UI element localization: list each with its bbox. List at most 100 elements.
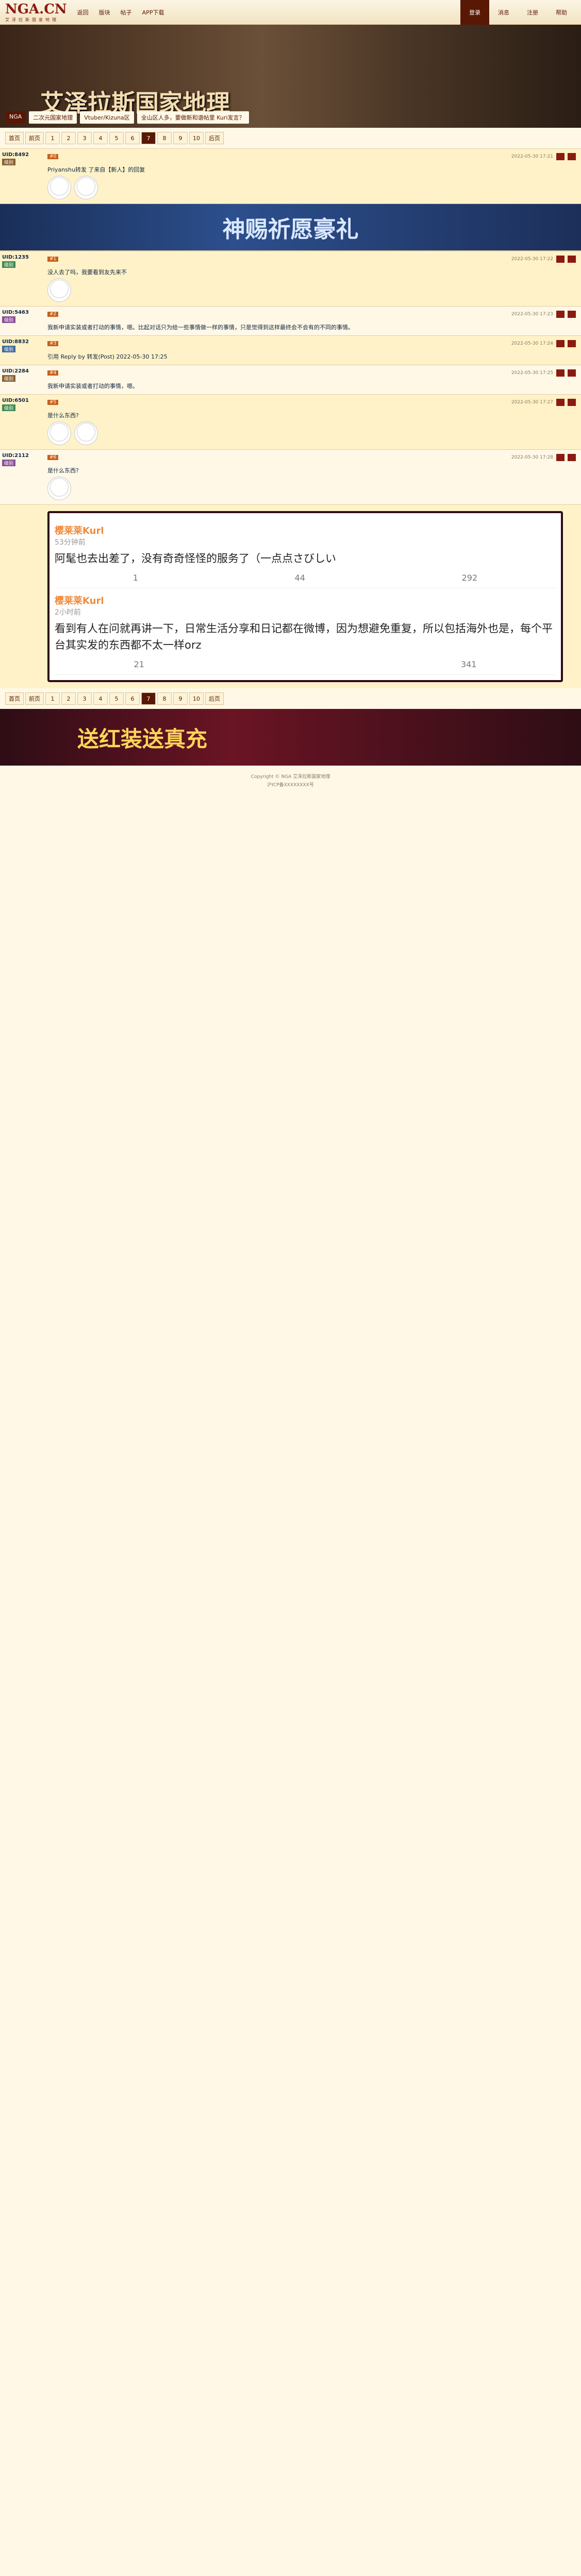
breadcrumb-item[interactable]: 全山区人多，要做新和谐帖里 Kuri发言？ (137, 111, 249, 124)
more-icon[interactable] (568, 369, 576, 377)
login-button[interactable]: 登录 (460, 0, 489, 25)
page-link[interactable]: 8 (157, 132, 172, 144)
floor-number: #2 (47, 312, 59, 317)
page-link[interactable]: 7 (141, 692, 156, 705)
page-link[interactable]: 4 (93, 132, 108, 144)
post: UID:1235 级别 #1 2022-05-30 17:22 没人去了吗，我要… (0, 251, 581, 306)
author-name[interactable]: UID:5463 (2, 310, 40, 315)
page-link[interactable]: 首页 (5, 132, 24, 144)
post-body: #2 2022-05-30 17:23 我新申请实装或者打动的事情，嗯。比起对话… (42, 307, 581, 335)
nav-thread[interactable]: 帖子 (121, 8, 132, 16)
page-link[interactable]: 首页 (5, 692, 24, 705)
reply-icon[interactable] (556, 153, 565, 160)
forum-banner: 艾泽拉斯国家地理 NGA 二次元国家地理 Vtuber/Kizuna区 全山区人… (0, 25, 581, 128)
page-link[interactable]: 后页 (205, 132, 224, 144)
site-logo[interactable]: NGA.CN 艾泽拉斯国家地理 (5, 2, 67, 23)
author-name[interactable]: UID:8832 (2, 339, 40, 345)
help-button[interactable]: 帮助 (547, 0, 576, 25)
author-name[interactable]: UID:2284 (2, 368, 40, 374)
nav-app[interactable]: APP下载 (142, 8, 164, 16)
post-author: UID:2284 级别 (0, 365, 42, 394)
reply-icon[interactable] (556, 311, 565, 318)
pager-bottom: 首页 前页 1 2 3 4 5 6 7 8 9 10 后页 (0, 688, 581, 709)
page-link[interactable]: 10 (189, 132, 204, 144)
page-link[interactable]: 3 (77, 692, 92, 705)
page-link[interactable]: 7 (141, 132, 156, 144)
post-time: 2022-05-30 17:27 (511, 400, 553, 405)
page-link[interactable]: 8 (157, 692, 172, 705)
nav-forum[interactable]: 版块 (99, 8, 110, 16)
post: UID:8832 级别 #3 2022-05-30 17:24 引用 Reply… (0, 335, 581, 365)
page-link[interactable]: 9 (173, 692, 188, 705)
advertisement-banner[interactable]: 神赐祈愿豪礼 (0, 204, 581, 251)
author-name[interactable]: UID:2112 (2, 453, 40, 459)
reply-icon[interactable] (556, 340, 565, 347)
sticker-icon (47, 421, 71, 445)
post-author: UID:8492 级别 (0, 149, 42, 204)
page-link[interactable]: 5 (109, 692, 124, 705)
post-list: UID:8492 级别 #0 2022-05-30 17:21 Priyansh… (0, 148, 581, 688)
page-link[interactable]: 3 (77, 132, 92, 144)
reply-icon[interactable] (556, 454, 565, 461)
post: UID:6501 级别 #5 2022-05-30 17:27 是什么东西? (0, 394, 581, 449)
floor-number: #4 (47, 370, 59, 376)
post-author: UID:2112 级别 (0, 450, 42, 504)
page-link[interactable]: 10 (189, 692, 204, 705)
weibo-card: 樱莱莱Kurl 53分钟前 阿髦也去出差了，没有奇奇怪怪的服务了（一点点さびしい… (55, 518, 556, 588)
more-icon[interactable] (568, 399, 576, 406)
post-author: UID:8832 级别 (0, 336, 42, 365)
weibo-screenshot: 樱莱莱Kurl 53分钟前 阿髦也去出差了，没有奇奇怪怪的服务了（一点点さびしい… (47, 511, 563, 682)
author-name[interactable]: UID:6501 (2, 398, 40, 403)
post-text: 我新申请实装或者打动的事情，嗯。比起对话只为给一些事情做一样的事情，只是觉得到这… (47, 324, 354, 331)
page-link[interactable]: 2 (61, 692, 76, 705)
post-time: 2022-05-30 17:23 (511, 312, 553, 317)
breadcrumb-item[interactable]: NGA (5, 111, 26, 124)
post-body: #0 2022-05-30 17:21 Priyanshu转发 了来自【新人】的… (42, 149, 581, 204)
author-name[interactable]: UID:8492 (2, 152, 40, 158)
register-button[interactable]: 注册 (518, 0, 547, 25)
reply-icon[interactable] (556, 256, 565, 263)
page-link[interactable]: 1 (45, 132, 60, 144)
more-icon[interactable] (568, 340, 576, 347)
post-author: UID:5463 级别 (0, 307, 42, 335)
more-icon[interactable] (568, 311, 576, 318)
post-time: 2022-05-30 17:24 (511, 341, 553, 346)
page-link[interactable]: 后页 (205, 692, 224, 705)
more-icon[interactable] (568, 153, 576, 160)
like-count[interactable]: 341 (461, 659, 477, 669)
floor-number: #1 (47, 257, 59, 262)
messages-button[interactable]: 消息 (489, 0, 518, 25)
page-link[interactable]: 前页 (25, 692, 44, 705)
page-link[interactable]: 6 (125, 692, 140, 705)
more-icon[interactable] (568, 454, 576, 461)
post: UID:5463 级别 #2 2022-05-30 17:23 我新申请实装或者… (0, 306, 581, 335)
repost-count[interactable]: 21 (134, 659, 144, 669)
page-link[interactable]: 5 (109, 132, 124, 144)
post-body: 樱莱莱Kurl 53分钟前 阿髦也去出差了，没有奇奇怪怪的服务了（一点点さびしい… (42, 505, 581, 688)
page-link[interactable]: 2 (61, 132, 76, 144)
like-count[interactable]: 292 (462, 573, 478, 583)
post-emojis (47, 420, 576, 446)
repost-count[interactable]: 1 (133, 573, 138, 583)
footer-icp: 沪ICP备XXXXXXXX号 (267, 783, 314, 788)
sticker-icon (74, 176, 98, 199)
page-link[interactable]: 6 (125, 132, 140, 144)
reply-icon[interactable] (556, 399, 565, 406)
post-body: #1 2022-05-30 17:22 没人去了吗，我要看到友先来不 (42, 251, 581, 306)
breadcrumb: NGA 二次元国家地理 Vtuber/Kizuna区 全山区人多，要做新和谐帖里… (5, 111, 249, 124)
page-link[interactable]: 1 (45, 692, 60, 705)
breadcrumb-item[interactable]: Vtuber/Kizuna区 (80, 111, 134, 124)
nav-back[interactable]: 返回 (77, 8, 89, 16)
weibo-author[interactable]: 樱莱莱Kurl (55, 594, 556, 607)
weibo-author[interactable]: 樱莱莱Kurl (55, 523, 556, 537)
page-link[interactable]: 前页 (25, 132, 44, 144)
author-name[interactable]: UID:1235 (2, 255, 40, 260)
more-icon[interactable] (568, 256, 576, 263)
reply-icon[interactable] (556, 369, 565, 377)
advertisement-banner-bottom[interactable]: 送红装送真充 (0, 709, 581, 766)
comment-count[interactable]: 44 (295, 573, 305, 583)
page-link[interactable]: 9 (173, 132, 188, 144)
breadcrumb-item[interactable]: 二次元国家地理 (29, 111, 77, 124)
sticker-icon (47, 477, 71, 500)
page-link[interactable]: 4 (93, 692, 108, 705)
